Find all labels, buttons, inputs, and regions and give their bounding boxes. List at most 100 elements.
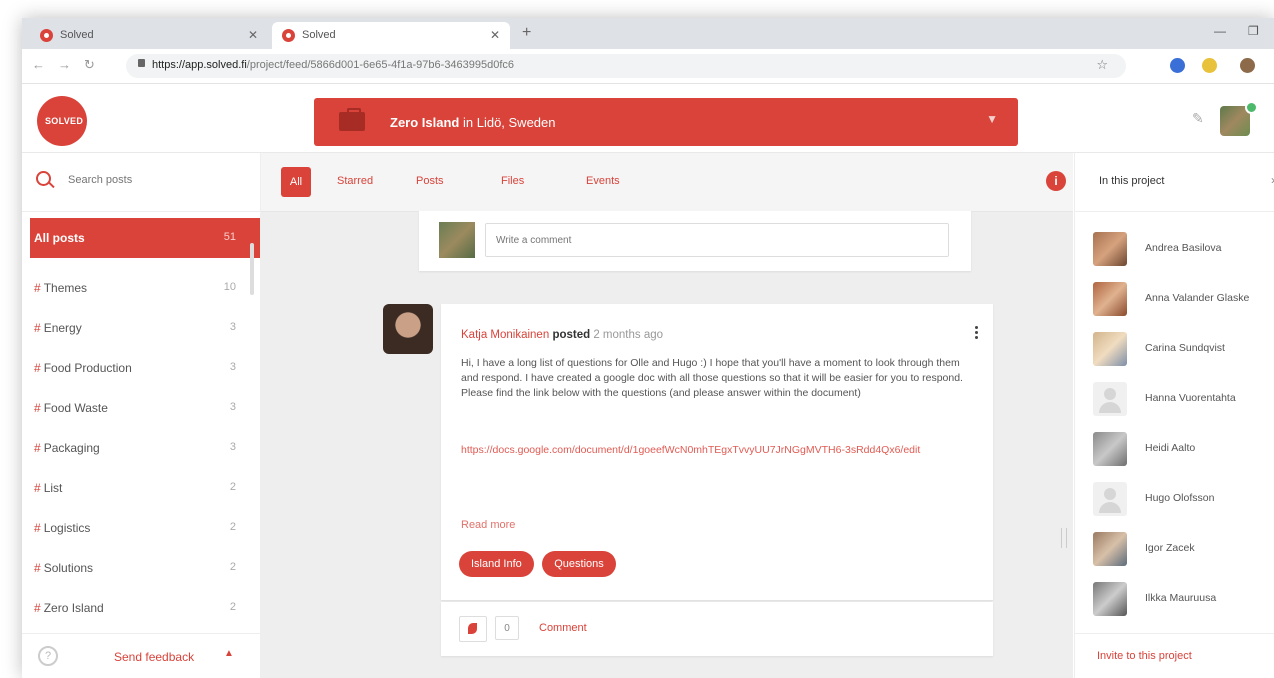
category-count: 2 — [229, 601, 236, 613]
close-tab-icon[interactable]: ✕ — [490, 28, 500, 42]
post-author-link[interactable]: Katja Monikainen — [461, 329, 549, 341]
url-path: /project/feed/5866d001-6e65-4f1a-97b6-34… — [246, 59, 515, 71]
invite-link[interactable]: Invite to this project — [1097, 650, 1192, 662]
tab-strip: Solved ✕ Solved ✕ + — ❐ — [22, 18, 1274, 49]
category-count: 3 — [229, 401, 236, 413]
solved-logo[interactable]: SOLVED — [37, 96, 87, 146]
tab-title: Solved — [60, 29, 94, 41]
category-item[interactable]: # Zero Island 2 — [30, 588, 260, 628]
new-tab-icon[interactable]: + — [522, 24, 531, 42]
filter-bar: All Starred Posts Files Events i — [261, 153, 1073, 212]
tag-island-info[interactable]: Island Info — [459, 551, 534, 577]
filter-tab-all[interactable]: All — [281, 167, 311, 197]
chat-icon[interactable]: ✎ — [1192, 110, 1204, 127]
post-time: 2 months ago — [593, 329, 664, 341]
info-icon[interactable]: i — [1046, 171, 1066, 191]
category-label-wrap: # Zero Island — [34, 601, 104, 615]
online-status-icon — [1245, 101, 1258, 114]
member-item[interactable]: Hugo Olofsson — [1093, 479, 1274, 519]
like-icon[interactable] — [459, 616, 487, 642]
browser-tab[interactable]: Solved ✕ — [30, 22, 268, 49]
like-count: 0 — [495, 616, 519, 640]
category-label: Zero Island — [43, 601, 104, 615]
category-item[interactable]: # Packaging 3 — [30, 428, 260, 468]
category-label-wrap: # Food Waste — [34, 401, 108, 415]
hash-icon: # — [34, 281, 41, 295]
chevron-down-icon: ▼ — [986, 112, 998, 126]
browser-tab-active[interactable]: Solved ✕ — [272, 22, 510, 49]
members-panel: In this project › Andrea Basilova Anna V… — [1074, 153, 1274, 678]
category-item[interactable]: # List 2 — [30, 468, 260, 508]
hash-icon: # — [34, 321, 41, 335]
filter-tab-starred[interactable]: Starred — [337, 175, 373, 187]
member-item[interactable]: Andrea Basilova — [1093, 229, 1274, 269]
filter-tab-events[interactable]: Events — [586, 175, 620, 187]
member-item[interactable]: Carina Sundqvist — [1093, 329, 1274, 369]
member-name: Heidi Aalto — [1145, 442, 1196, 454]
filter-tab-posts[interactable]: Posts — [416, 175, 444, 187]
sidebar-scrollbar[interactable] — [250, 243, 254, 295]
member-item[interactable]: Heidi Aalto — [1093, 429, 1274, 469]
member-avatar — [1093, 232, 1127, 266]
member-avatar-placeholder — [1093, 382, 1127, 416]
restore-icon[interactable]: ❐ — [1248, 24, 1259, 38]
category-count: 3 — [229, 321, 236, 333]
extension-icon[interactable] — [1170, 58, 1185, 73]
left-sidebar: All posts 51 #Themes 10 #Energy 3 #Food … — [22, 153, 261, 678]
member-item[interactable]: Ilkka Mauruusa — [1093, 579, 1274, 619]
category-item[interactable]: # Solutions 2 — [30, 548, 260, 588]
category-item[interactable]: # Logistics 2 — [30, 508, 260, 548]
tag-questions[interactable]: Questions — [542, 551, 616, 577]
invite-bar: Invite to this project — [1075, 633, 1274, 678]
category-count: 51 — [223, 231, 236, 243]
logo-text: SOLVED — [45, 116, 84, 126]
kebab-menu-icon[interactable] — [975, 326, 979, 341]
panel-resize-handle[interactable] — [1061, 528, 1067, 548]
category-item[interactable]: # Food Production 3 — [30, 348, 260, 388]
comment-input[interactable] — [485, 223, 949, 257]
category-item[interactable]: # Energy 3 — [30, 308, 260, 348]
search-input[interactable] — [66, 173, 230, 187]
project-name: Zero Island — [390, 115, 460, 130]
category-label-wrap: # Packaging — [34, 441, 100, 455]
hash-icon: # — [34, 561, 41, 575]
minimize-icon[interactable]: — — [1214, 24, 1226, 38]
url-field[interactable]: https://app.solved.fi/project/feed/5866d… — [126, 54, 1126, 78]
category-item[interactable]: # Food Waste 3 — [30, 388, 260, 428]
search-box — [22, 153, 260, 212]
member-item[interactable]: Igor Zacek — [1093, 529, 1274, 569]
category-all-posts[interactable]: All posts 51 — [30, 218, 260, 258]
close-tab-icon[interactable]: ✕ — [248, 28, 258, 42]
category-label-wrap: # Themes — [34, 281, 87, 295]
post-author-avatar[interactable] — [383, 304, 433, 354]
hash-icon: # — [34, 521, 41, 535]
member-item[interactable]: Hanna Vuorentahta — [1093, 379, 1274, 419]
member-name: Hanna Vuorentahta — [1145, 392, 1236, 404]
member-avatar-placeholder — [1093, 482, 1127, 516]
member-name: Hugo Olofsson — [1145, 492, 1215, 504]
category-label: Themes — [43, 281, 88, 295]
members-title: In this project — [1099, 175, 1165, 187]
post-tags: Island Info Questions — [459, 551, 620, 577]
post-link[interactable]: https://docs.google.com/document/d/1goee… — [461, 443, 971, 458]
send-feedback-bar[interactable]: ? Send feedback ▲ — [22, 633, 260, 678]
feed-area: All Starred Posts Files Events i Katja M… — [261, 153, 1073, 678]
category-item[interactable]: # Themes 10 — [30, 268, 260, 308]
reload-icon[interactable]: ↻ — [84, 57, 95, 73]
bookmark-star-icon[interactable]: ☆ — [1096, 57, 1108, 73]
filter-tab-files[interactable]: Files — [501, 175, 524, 187]
project-selector[interactable]: Zero Island in Lidö, Sweden ▼ — [314, 98, 1018, 146]
read-more-link[interactable]: Read more — [461, 519, 515, 531]
member-item[interactable]: Anna Valander Glaske — [1093, 279, 1274, 319]
category-count: 2 — [229, 481, 236, 493]
profile-avatar-icon[interactable] — [1240, 58, 1255, 73]
member-name: Anna Valander Glaske — [1145, 292, 1250, 304]
back-icon[interactable]: ← — [32, 57, 45, 72]
hash-icon: # — [34, 361, 41, 375]
forward-icon[interactable]: → — [58, 57, 71, 72]
extension-icon[interactable] — [1202, 58, 1217, 73]
comment-link[interactable]: Comment — [539, 622, 587, 634]
briefcase-icon — [339, 108, 365, 131]
category-label: Solutions — [43, 561, 94, 575]
category-count: 2 — [229, 561, 236, 573]
